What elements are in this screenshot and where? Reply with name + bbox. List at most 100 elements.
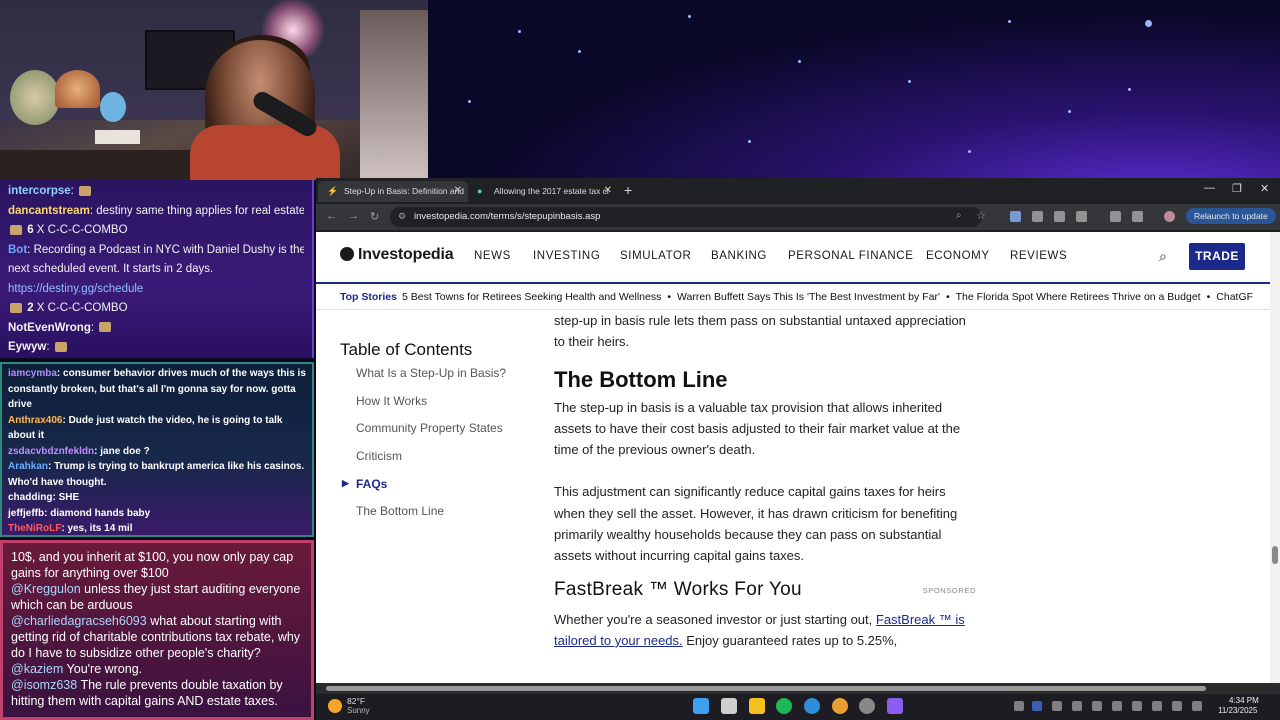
site-header: Investopedia NEWS INVESTING SIMULATOR BA… [316,232,1270,284]
relaunch-to-update-button[interactable]: Relaunch to update [1186,208,1276,224]
toc-item-criticism[interactable]: Criticism [340,449,520,477]
split-view-icon[interactable] [1110,211,1121,222]
file-explorer-icon[interactable] [749,698,765,714]
zoom-icon[interactable]: ⌕ [956,210,962,221]
new-tab-icon[interactable]: + [624,182,632,198]
extensions-puzzle-icon[interactable] [1076,211,1087,222]
downloads-icon[interactable] [1132,211,1143,222]
toc-item-what-is[interactable]: What Is a Step-Up in Basis? [340,366,520,394]
spotify-icon[interactable] [776,698,792,714]
bookmark-star-icon[interactable]: ☆ [976,209,986,222]
chat-panel-top: intercorpse: dancantstream: destiny same… [0,180,314,358]
reload-icon[interactable]: ↻ [370,210,379,223]
extension-icon[interactable] [1032,211,1043,222]
emote-icon [54,341,67,352]
app-icon[interactable] [887,698,903,714]
tab-estate-tax[interactable]: ● Allowing the 2017 estate tax cl ✕ [468,181,618,202]
task-view-icon[interactable] [721,698,737,714]
chat-line: Bot: Recording a Podcast in NYC with Dan… [8,243,304,256]
globe-favicon-icon: ● [477,186,483,196]
top-stories-bar: Top Stories 5 Best Towns for Retirees Se… [316,286,1270,310]
clock-date[interactable]: 11/23/2025 [1218,706,1257,715]
maximize-icon[interactable]: ❐ [1232,182,1242,195]
space-background [428,0,1280,180]
top-story-link[interactable]: The Florida Spot Where Retirees Thrive o… [956,291,1201,303]
top-story-link[interactable]: ChatGF [1216,291,1253,303]
start-icon[interactable] [693,698,709,714]
nav-banking[interactable]: BANKING [711,250,767,262]
tab-bar: ⚡ Step-Up in Basis: Definition and ✕ ● A… [316,178,1280,202]
profile-avatar-icon[interactable] [1164,211,1175,222]
nav-simulator[interactable]: SIMULATOR [620,250,691,262]
weather-description[interactable]: Sunny [347,706,370,715]
top-story-link[interactable]: Warren Buffett Says This Is 'The Best In… [677,291,940,303]
nav-investing[interactable]: INVESTING [533,250,600,262]
emote-icon [10,302,22,313]
nav-news[interactable]: NEWS [474,250,511,262]
scrollbar-thumb[interactable] [1272,546,1278,564]
forward-icon[interactable]: → [348,210,359,222]
tab-step-up-in-basis[interactable]: ⚡ Step-Up in Basis: Definition and ✕ [318,181,468,202]
toc-item-how-it-works[interactable]: How It Works [340,394,520,422]
nav-personal-finance[interactable]: PERSONAL FINANCE [788,250,913,262]
toc-title: Table of Contents [340,340,473,359]
sponsored-header: FastBreak ™ Works For You SPONSORED [554,579,975,609]
investopedia-logo[interactable]: Investopedia [340,246,454,264]
tray-app-icon[interactable] [1112,701,1122,711]
article-paragraph: This adjustment can significantly reduce… [554,484,958,564]
extension-icon[interactable] [1054,211,1065,222]
back-icon[interactable]: ← [326,210,337,222]
tray-chevron-icon[interactable] [1014,701,1024,711]
article-paragraph: step-up in basis rule lets them pass on … [554,313,966,350]
chat-line: intercorpse: [8,182,304,202]
chat-line: Arahkan: Trump is trying to bankrupt ame… [8,461,305,488]
volume-icon[interactable] [1192,701,1202,711]
search-icon[interactable]: ⌕ [1159,248,1167,265]
top-story-link[interactable]: 5 Best Towns for Retirees Seeking Health… [402,291,661,303]
close-tab-icon[interactable]: ✕ [454,185,462,196]
network-icon[interactable] [1172,701,1182,711]
chat-line: 10$, and you inherit at $100, you now on… [11,550,294,580]
settings-icon[interactable] [859,698,875,714]
vertical-scrollbar[interactable] [1270,232,1280,683]
trade-button[interactable]: TRADE [1189,243,1245,270]
tray-app-icon[interactable] [1052,701,1062,711]
minimize-icon[interactable]: — [1204,182,1215,194]
browser-window: ⚡ Step-Up in Basis: Definition and ✕ ● A… [316,178,1280,694]
clock-time[interactable]: 4:34 PM [1229,696,1259,705]
bullet-separator: • [945,291,950,303]
stream-layout: intercorpse: dancantstream: destiny same… [0,0,1280,720]
toc-item-faqs[interactable]: ▶ FAQs [340,477,520,505]
nav-economy[interactable]: ECONOMY [926,250,990,262]
tray-app-icon[interactable] [1072,701,1082,711]
emote-icon [10,224,22,235]
weather-temperature[interactable]: 82°F [347,696,365,706]
tray-app-icon[interactable] [1132,701,1142,711]
logo-mark-icon [340,247,354,261]
table-of-contents: Table of Contents What Is a Step-Up in B… [340,340,520,532]
article-body: step-up in basis rule lets them pass on … [554,310,975,651]
tray-app-icon[interactable] [1032,701,1042,711]
address-bar[interactable]: ⚙ investopedia.com/terms/s/stepupinbasis… [390,207,986,227]
tray-app-icon[interactable] [1092,701,1102,711]
scrollbar-thumb[interactable] [326,686,1206,691]
nav-reviews[interactable]: REVIEWS [1010,250,1067,262]
combo-line: 6 X C-C-C-COMBO [8,221,304,241]
extension-icon[interactable] [1010,211,1021,222]
expand-arrow-icon: ▶ [342,477,349,488]
horizontal-scrollbar[interactable] [316,683,1280,694]
close-window-icon[interactable]: ✕ [1260,182,1269,195]
sun-icon[interactable] [328,699,342,713]
edge-icon[interactable] [804,698,820,714]
chat-line: @kaziem You're wrong. [11,662,143,676]
web-page: Investopedia NEWS INVESTING SIMULATOR BA… [316,232,1270,683]
emote-icon [99,322,112,333]
toc-item-bottom-line[interactable]: The Bottom Line [340,504,520,532]
toc-item-community-property[interactable]: Community Property States [340,421,520,449]
site-info-icon[interactable]: ⚙ [398,211,406,222]
close-tab-icon[interactable]: ✕ [604,185,612,196]
chrome-icon[interactable] [832,698,848,714]
chat-line: Eywyw: [8,338,304,358]
chat-link[interactable]: https://destiny.gg/schedule [8,280,304,300]
tray-app-icon[interactable] [1152,701,1162,711]
